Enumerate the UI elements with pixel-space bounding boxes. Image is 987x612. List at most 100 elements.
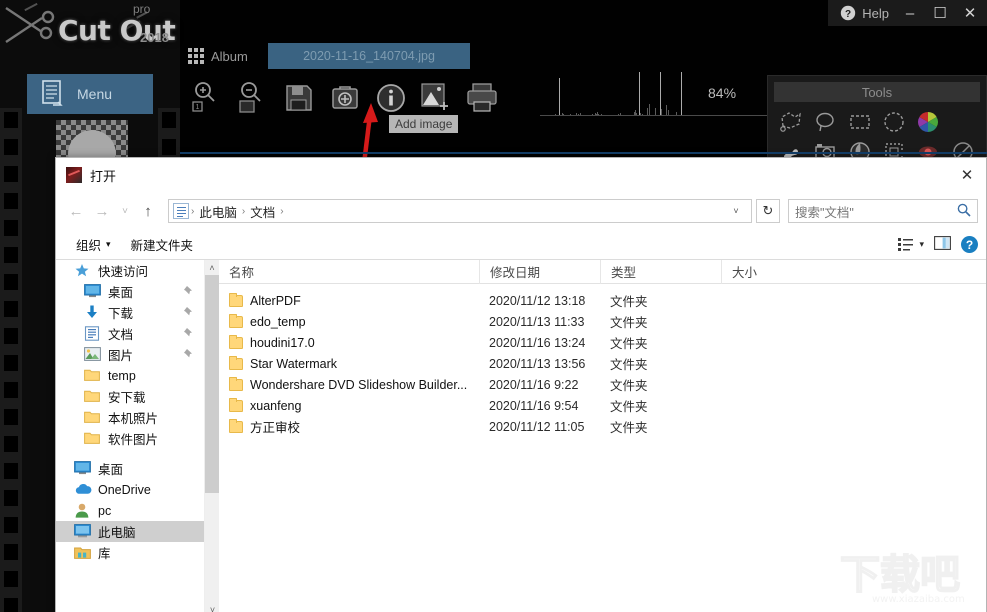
histogram-bar: [639, 72, 640, 116]
sidebar-item-9[interactable]: 桌面: [56, 458, 204, 479]
navigation-pane: 快速访问 桌面 下载 文档 图片 temp 安下载 本机照片 软件图片 桌面 OneDrive pc 此…: [56, 260, 204, 612]
filmstrip-hole: [4, 544, 18, 560]
dialog-close-button[interactable]: ✕: [956, 164, 978, 186]
address-dropdown-button[interactable]: ˅: [725, 200, 747, 222]
this-pc-icon: [74, 523, 92, 540]
preview-pane-icon: [934, 236, 951, 250]
filmstrip-hole: [4, 274, 18, 290]
scroll-down-button[interactable]: ˅: [205, 602, 220, 612]
file-name-label: Wondershare DVD Slideshow Builder...: [250, 377, 468, 392]
close-button[interactable]: ✕: [961, 4, 979, 22]
sidebar-item-13[interactable]: 库: [56, 542, 204, 563]
pin-icon[interactable]: [183, 285, 194, 299]
dialog-help-button[interactable]: ?: [961, 236, 978, 253]
print-icon[interactable]: [462, 76, 504, 120]
table-row[interactable]: Wondershare DVD Slideshow Builder... 2020…: [219, 374, 986, 395]
svg-text:1: 1: [196, 104, 200, 111]
folder-icon: [84, 410, 102, 426]
navigation-pane-scrollbar[interactable]: ˄ ˅: [204, 260, 220, 612]
logo-year-label: 2018: [140, 30, 169, 45]
sidebar-item-6[interactable]: 安下载: [56, 386, 204, 407]
sidebar-item-12[interactable]: 此电脑: [56, 521, 204, 542]
organize-button[interactable]: 组织 ▾: [66, 235, 121, 254]
zoom-out-icon[interactable]: [232, 76, 274, 120]
documents-breadcrumb-icon: [173, 203, 189, 219]
up-button[interactable]: ↑: [136, 199, 160, 223]
sidebar-item-8[interactable]: 软件图片: [56, 428, 204, 449]
forward-button[interactable]: →: [90, 199, 114, 223]
back-button[interactable]: ←: [64, 199, 88, 223]
desktop-icon: [84, 283, 102, 300]
file-date-cell: 2020/11/16 9:22: [489, 377, 579, 392]
onedrive-icon: [74, 482, 92, 498]
breadcrumb-documents[interactable]: 文档: [245, 202, 280, 221]
column-header-size[interactable]: 大小: [721, 259, 801, 284]
open-file-dialog: 打开 ✕ ← → ˅ ↑ › 此电脑 › 文档 › ˅ ↻ 搜索"文档" 组织 …: [55, 157, 987, 612]
folder-icon: [229, 418, 243, 433]
address-bar[interactable]: › 此电脑 › 文档 › ˅: [168, 199, 752, 223]
scissors-icon: [5, 7, 55, 43]
sidebar-item-10[interactable]: OneDrive: [56, 479, 204, 500]
column-header-type[interactable]: 类型: [600, 259, 721, 284]
sidebar-item-label: 桌面: [108, 286, 134, 300]
table-row[interactable]: edo_temp 2020/11/13 11:33 文件夹: [219, 311, 986, 332]
user-icon: [74, 503, 92, 519]
column-header-date[interactable]: 修改日期: [479, 259, 600, 284]
recent-locations-button[interactable]: ˅: [116, 199, 134, 223]
table-row[interactable]: houdini17.0 2020/11/16 13:24 文件夹: [219, 332, 986, 353]
crumb-separator: ›: [280, 205, 284, 217]
color-wheel-icon[interactable]: [911, 107, 945, 137]
polygon-lasso-icon[interactable]: [774, 107, 808, 137]
sidebar-item-label: pc: [98, 503, 112, 518]
filmstrip-hole: [4, 247, 18, 263]
pin-icon[interactable]: [183, 348, 194, 362]
menu-button[interactable]: Menu: [27, 74, 153, 114]
table-row[interactable]: xuanfeng 2020/11/16 9:54 文件夹: [219, 395, 986, 416]
pin-icon[interactable]: [183, 327, 194, 341]
sidebar-item-1[interactable]: 桌面: [56, 281, 204, 302]
help-button[interactable]: ? Help: [840, 5, 889, 21]
new-folder-button[interactable]: 新建文件夹: [121, 235, 204, 254]
scroll-up-button[interactable]: ˄: [205, 260, 219, 275]
column-header-name[interactable]: 名称: [219, 260, 479, 284]
table-row[interactable]: 方正审校 2020/11/12 11:05 文件夹: [219, 416, 986, 437]
sidebar-item-7[interactable]: 本机照片: [56, 407, 204, 428]
file-date-cell: 2020/11/12 13:18: [489, 293, 586, 308]
filmstrip-hole: [4, 409, 18, 425]
filmstrip-left: [0, 108, 22, 612]
folder-icon: [84, 431, 102, 447]
sidebar-item-11[interactable]: pc: [56, 500, 204, 521]
dialog-navigation-bar: ← → ˅ ↑ › 此电脑 › 文档 › ˅ ↻ 搜索"文档": [56, 192, 986, 230]
search-input[interactable]: 搜索"文档": [788, 199, 978, 223]
refresh-button[interactable]: ↻: [756, 199, 780, 223]
sidebar-item-3[interactable]: 文档: [56, 323, 204, 344]
pin-icon[interactable]: [183, 306, 194, 320]
album-tab[interactable]: Album: [188, 44, 248, 68]
table-row[interactable]: AlterPDF 2020/11/12 13:18 文件夹: [219, 290, 986, 311]
maximize-button[interactable]: ☐: [931, 4, 949, 22]
change-view-button[interactable]: ▾: [898, 237, 924, 252]
preview-pane-button[interactable]: [934, 236, 951, 253]
zoom-in-icon[interactable]: 1: [186, 76, 228, 120]
open-file-tab[interactable]: 2020-11-16_140704.jpg: [268, 43, 470, 69]
minimize-button[interactable]: –: [901, 5, 919, 22]
window-controls: ? Help – ☐ ✕: [828, 0, 987, 26]
sidebar-item-5[interactable]: temp: [56, 365, 204, 386]
table-row[interactable]: Star Watermark 2020/11/13 13:56 文件夹: [219, 353, 986, 374]
freehand-lasso-icon[interactable]: [808, 107, 842, 137]
folder-icon: [229, 397, 243, 412]
sidebar-item-label: temp: [108, 368, 136, 383]
ellipse-select-icon[interactable]: [877, 107, 911, 137]
save-icon[interactable]: [278, 76, 320, 120]
file-name-label: xuanfeng: [250, 398, 302, 413]
sidebar-item-4[interactable]: 图片: [56, 344, 204, 365]
add-image-icon[interactable]: [416, 76, 458, 120]
rectangle-select-icon[interactable]: [843, 107, 877, 137]
file-name-cell: 方正审校: [219, 417, 479, 436]
filmstrip-hole: [4, 193, 18, 209]
folder-icon: [229, 334, 243, 349]
sidebar-item-0[interactable]: 快速访问: [56, 260, 204, 281]
scrollbar-thumb[interactable]: [205, 275, 220, 493]
breadcrumb-this-pc[interactable]: 此电脑: [194, 202, 242, 221]
sidebar-item-2[interactable]: 下载: [56, 302, 204, 323]
